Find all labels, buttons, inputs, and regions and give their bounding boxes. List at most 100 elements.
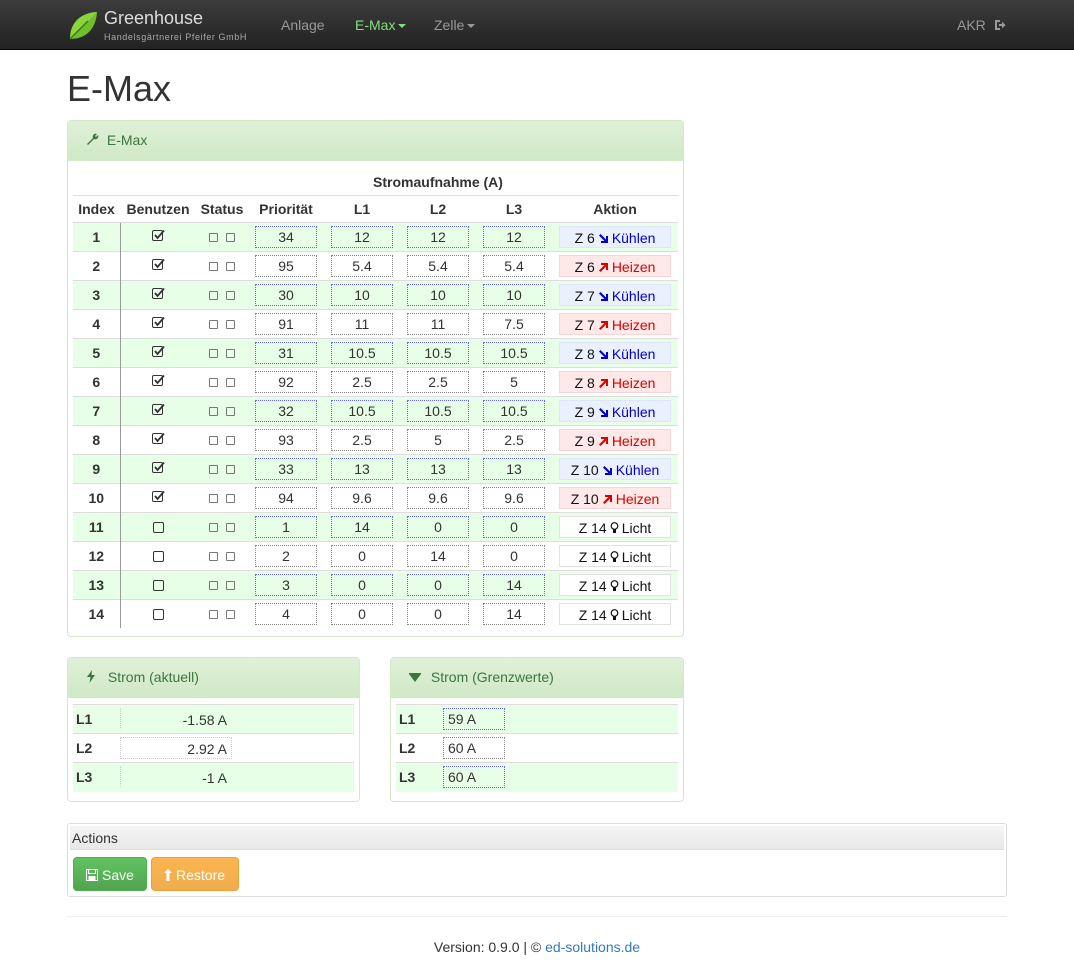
l1-input[interactable]: 13 [331, 457, 393, 480]
use-checkbox[interactable] [151, 432, 165, 445]
action-button[interactable]: Z 14 Licht [559, 544, 671, 567]
use-checkbox[interactable] [151, 490, 165, 503]
l1-input[interactable]: 9.6 [331, 486, 393, 509]
action-button[interactable]: Z 6 Kühlen [559, 225, 671, 248]
emax-table: Stromaufnahme (A) Index Benutzen Status … [73, 169, 678, 628]
priority-input[interactable]: 31 [255, 341, 317, 364]
use-checkbox[interactable] [151, 258, 165, 271]
save-button[interactable]: Save [73, 857, 147, 891]
l3-input[interactable]: 5 [483, 370, 545, 393]
l1-input[interactable]: 10.5 [331, 341, 393, 364]
l2-input[interactable]: 0 [407, 602, 469, 625]
action-button[interactable]: Z 6 Heizen [559, 254, 671, 277]
use-checkbox[interactable] [152, 579, 164, 591]
l1-input[interactable]: 10.5 [331, 399, 393, 422]
l3-input[interactable]: 2.5 [483, 428, 545, 451]
action-button[interactable]: Z 7 Kühlen [559, 283, 671, 306]
action-button[interactable]: Z 8 Kühlen [559, 341, 671, 364]
restore-button[interactable]: Restore [151, 857, 239, 891]
l2-input[interactable]: 14 [407, 544, 469, 567]
l1-input[interactable]: 14 [331, 515, 393, 538]
priority-input[interactable]: 92 [255, 370, 317, 393]
l2-input[interactable]: 10 [407, 283, 469, 306]
action-button[interactable]: Z 14 Licht [559, 573, 671, 596]
priority-input[interactable]: 1 [255, 515, 317, 538]
l2-input[interactable]: 5 [407, 428, 469, 451]
nav-item-emax[interactable]: E-Max [355, 17, 407, 33]
priority-input[interactable]: 34 [255, 225, 317, 248]
l2-input[interactable]: 0 [407, 573, 469, 596]
l3-input[interactable]: 10.5 [483, 399, 545, 422]
priority-input[interactable]: 3 [255, 573, 317, 596]
priority-input[interactable]: 93 [255, 428, 317, 451]
use-checkbox[interactable] [151, 374, 165, 387]
limit-input-l3[interactable]: 60 A [443, 766, 505, 789]
l2-input[interactable]: 10.5 [407, 399, 469, 422]
l1-input[interactable]: 11 [331, 312, 393, 335]
use-checkbox[interactable] [152, 550, 164, 562]
l3-input[interactable]: 0 [483, 515, 545, 538]
l3-input[interactable]: 14 [483, 573, 545, 596]
priority-input[interactable]: 94 [255, 486, 317, 509]
logout-link[interactable]: AKR [957, 17, 1006, 33]
priority-input[interactable]: 32 [255, 399, 317, 422]
limit-input-l2[interactable]: 60 A [443, 737, 505, 759]
l3-input[interactable]: 10.5 [483, 341, 545, 364]
use-checkbox[interactable] [151, 229, 165, 242]
l2-input[interactable]: 11 [407, 312, 469, 335]
footer-link[interactable]: ed-solutions.de [545, 939, 640, 955]
l3-input[interactable]: 10 [483, 283, 545, 306]
use-cell [120, 396, 196, 425]
l2-input[interactable]: 2.5 [407, 370, 469, 393]
action-button[interactable]: Z 7 Heizen [559, 312, 671, 335]
use-checkbox[interactable] [152, 521, 164, 533]
use-checkbox[interactable] [152, 608, 164, 620]
priority-input[interactable]: 33 [255, 457, 317, 480]
l1-input[interactable]: 2.5 [331, 370, 393, 393]
l1-input[interactable]: 2.5 [331, 428, 393, 451]
action-button[interactable]: Z 14 Licht [559, 515, 671, 538]
priority-input[interactable]: 4 [255, 602, 317, 625]
action-button[interactable]: Z 9 Kühlen [559, 399, 671, 422]
l1-input[interactable]: 5.4 [331, 254, 393, 277]
l1-input[interactable]: 12 [331, 225, 393, 248]
priority-input[interactable]: 91 [255, 312, 317, 335]
action-button[interactable]: Z 10 Heizen [559, 486, 671, 509]
l2-input[interactable]: 13 [407, 457, 469, 480]
l3-input[interactable]: 13 [483, 457, 545, 480]
l1-input[interactable]: 0 [331, 602, 393, 625]
use-checkbox[interactable] [151, 287, 165, 300]
table-row: 1 34 12 12 12 Z 6 Kühlen [73, 222, 678, 251]
l3-input[interactable]: 0 [483, 544, 545, 567]
l1-input[interactable]: 0 [331, 573, 393, 596]
l2-input[interactable]: 9.6 [407, 486, 469, 509]
action-button[interactable]: Z 10 Kühlen [559, 457, 671, 480]
l3-input[interactable]: 5.4 [483, 254, 545, 277]
limit-input-l1[interactable]: 59 A [443, 708, 505, 730]
arrow-up-right-icon [598, 436, 608, 446]
row-index: 7 [73, 396, 121, 425]
priority-input[interactable]: 95 [255, 254, 317, 277]
use-checkbox[interactable] [151, 345, 165, 358]
l3-input[interactable]: 9.6 [483, 486, 545, 509]
action-button[interactable]: Z 8 Heizen [559, 370, 671, 393]
nav-item-zelle[interactable]: Zelle [434, 17, 476, 33]
l2-input[interactable]: 0 [407, 515, 469, 538]
l2-input[interactable]: 12 [407, 225, 469, 248]
action-button[interactable]: Z 14 Licht [559, 602, 671, 625]
l2-input[interactable]: 5.4 [407, 254, 469, 277]
priority-input[interactable]: 2 [255, 544, 317, 567]
priority-input[interactable]: 30 [255, 283, 317, 306]
l3-input[interactable]: 7.5 [483, 312, 545, 335]
l1-input[interactable]: 0 [331, 544, 393, 567]
use-checkbox[interactable] [151, 403, 165, 416]
nav-item-anlage[interactable]: Anlage [281, 17, 325, 33]
use-checkbox[interactable] [151, 316, 165, 329]
use-checkbox[interactable] [151, 461, 165, 474]
action-zone: Z 7 [574, 316, 595, 333]
l3-input[interactable]: 12 [483, 225, 545, 248]
l3-input[interactable]: 14 [483, 602, 545, 625]
action-button[interactable]: Z 9 Heizen [559, 428, 671, 451]
l2-input[interactable]: 10.5 [407, 341, 469, 364]
l1-input[interactable]: 10 [331, 283, 393, 306]
